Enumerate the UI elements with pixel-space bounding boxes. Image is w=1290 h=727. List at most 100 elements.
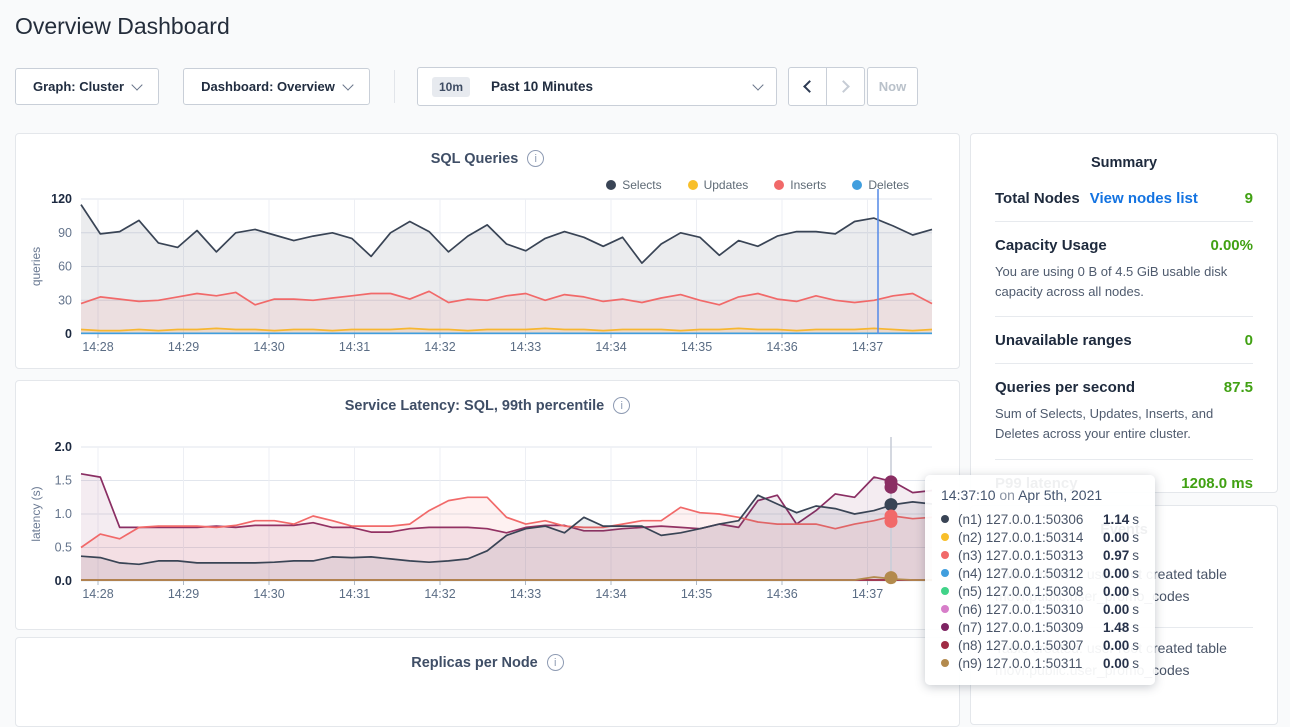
x-tick-label: 14:30 — [253, 587, 284, 601]
graph-dropdown-label: Graph: Cluster — [33, 79, 124, 94]
unavailable-ranges-value: 0 — [1245, 332, 1253, 349]
x-tick-label: 14:37 — [852, 587, 883, 601]
chevron-down-icon — [342, 79, 353, 90]
node-latency-value: 0.00 — [1103, 530, 1129, 545]
page-title: Overview Dashboard — [15, 13, 230, 40]
node-dot-icon — [941, 623, 949, 631]
node-address: (n9) 127.0.0.1:50311 — [958, 656, 1103, 671]
node-dot-icon — [941, 515, 949, 523]
node-address: (n1) 127.0.0.1:50306 — [958, 512, 1103, 527]
capacity-label: Capacity Usage — [995, 237, 1107, 254]
chart-hover-tooltip: 14:37:10 on Apr 5th, 2021 (n1) 127.0.0.1… — [925, 475, 1155, 685]
node-address: (n3) 127.0.0.1:50313 — [958, 548, 1103, 563]
node-latency-value: 0.00 — [1103, 656, 1129, 671]
x-tick-label: 14:35 — [681, 587, 712, 601]
node-latency-unit: s — [1132, 620, 1139, 635]
node-address: (n8) 127.0.0.1:50307 — [958, 638, 1103, 653]
x-tick-label: 14:35 — [681, 340, 712, 354]
x-tick-label: 14:33 — [510, 340, 541, 354]
tooltip-row: (n8) 127.0.0.1:503070.00s — [941, 636, 1139, 654]
tooltip-row: (n9) 127.0.0.1:503110.00s — [941, 654, 1139, 672]
service-latency-card: Service Latency: SQL, 99th percentile i … — [15, 380, 960, 630]
node-latency-unit: s — [1132, 566, 1139, 581]
node-latency-value: 0.97 — [1103, 548, 1129, 563]
chevron-down-icon — [752, 79, 763, 90]
node-address: (n2) 127.0.0.1:50314 — [958, 530, 1103, 545]
tooltip-row: (n1) 127.0.0.1:503061.14s — [941, 510, 1139, 528]
view-nodes-link[interactable]: View nodes list — [1090, 190, 1198, 207]
dashboard-dropdown-label: Dashboard: Overview — [201, 79, 335, 94]
replicas-per-node-card: Replicas per Node i — [15, 637, 960, 727]
x-tick-label: 14:34 — [595, 340, 626, 354]
y-axis-label: latency (s) — [29, 486, 43, 541]
chart-title: Replicas per Node — [411, 655, 538, 671]
time-range-badge: 10m — [432, 77, 470, 97]
time-range-dropdown[interactable]: 10m Past 10 Minutes — [417, 67, 777, 106]
tooltip-row: (n3) 127.0.0.1:503130.97s — [941, 546, 1139, 564]
chevron-right-icon — [837, 80, 850, 93]
qps-value: 87.5 — [1224, 379, 1253, 396]
tooltip-joiner: on — [999, 487, 1015, 503]
tooltip-rows: (n1) 127.0.0.1:503061.14s(n2) 127.0.0.1:… — [941, 510, 1139, 672]
node-address: (n6) 127.0.0.1:50310 — [958, 602, 1103, 617]
tooltip-time: 14:37:10 — [941, 487, 996, 503]
x-tick-label: 14:30 — [253, 340, 284, 354]
node-latency-unit: s — [1132, 638, 1139, 653]
qps-description: Sum of Selects, Updates, Inserts, and De… — [995, 404, 1253, 444]
prev-range-button[interactable] — [789, 68, 826, 105]
sql-queries-card: SQL Queries i SelectsUpdatesInsertsDelet… — [15, 133, 960, 369]
replicas-title-row: Replicas per Node i — [16, 654, 959, 671]
y-tick-label: 0.5 — [55, 541, 72, 555]
tooltip-row: (n4) 127.0.0.1:503120.00s — [941, 564, 1139, 582]
chevron-down-icon — [131, 79, 142, 90]
x-tick-label: 14:37 — [852, 340, 883, 354]
hover-point — [885, 498, 898, 511]
summary-title: Summary — [995, 134, 1253, 175]
time-nav-group — [788, 67, 865, 106]
x-tick-label: 14:31 — [339, 587, 370, 601]
node-latency-unit: s — [1132, 584, 1139, 599]
p99-latency-value: 1208.0 ms — [1181, 475, 1253, 492]
node-dot-icon — [941, 605, 949, 613]
hover-point — [885, 571, 898, 584]
time-range-label: Past 10 Minutes — [491, 79, 593, 94]
y-tick-label: 2.0 — [55, 440, 72, 454]
service-latency-chart[interactable]: 0.00.51.01.52.014:2814:2914:3014:3114:32… — [16, 381, 961, 631]
dashboard-dropdown[interactable]: Dashboard: Overview — [183, 68, 370, 105]
node-latency-value: 0.00 — [1103, 638, 1129, 653]
x-tick-label: 14:32 — [424, 340, 455, 354]
tooltip-row: (n6) 127.0.0.1:503100.00s — [941, 600, 1139, 618]
node-dot-icon — [941, 659, 949, 667]
x-tick-label: 14:29 — [168, 340, 199, 354]
y-tick-label: 1.5 — [55, 474, 72, 488]
y-tick-label: 1.0 — [55, 507, 72, 521]
capacity-description: You are using 0 B of 4.5 GiB usable disk… — [995, 262, 1253, 302]
next-range-button[interactable] — [826, 68, 864, 105]
y-tick-label: 60 — [58, 260, 72, 274]
node-dot-icon — [941, 641, 949, 649]
sql-queries-chart[interactable]: 030609012014:2814:2914:3014:3114:3214:33… — [16, 134, 961, 370]
graph-dropdown[interactable]: Graph: Cluster — [15, 68, 159, 105]
chevron-left-icon — [803, 80, 816, 93]
toolbar-divider — [394, 70, 395, 103]
summary-row-total-nodes: Total Nodes View nodes list 9 — [995, 175, 1253, 221]
node-latency-value: 0.00 — [1103, 584, 1129, 599]
node-latency-unit: s — [1132, 548, 1139, 563]
node-dot-icon — [941, 551, 949, 559]
tooltip-date: Apr 5th, 2021 — [1018, 487, 1102, 503]
x-tick-label: 14:29 — [168, 587, 199, 601]
node-dot-icon — [941, 533, 949, 541]
tooltip-row: (n7) 127.0.0.1:503091.48s — [941, 618, 1139, 636]
info-icon[interactable]: i — [547, 654, 564, 671]
node-dot-icon — [941, 587, 949, 595]
node-latency-unit: s — [1132, 656, 1139, 671]
node-latency-value: 1.14 — [1103, 512, 1129, 527]
x-tick-label: 14:31 — [339, 340, 370, 354]
x-tick-label: 14:32 — [424, 587, 455, 601]
y-tick-label: 120 — [51, 192, 72, 206]
total-nodes-value: 9 — [1245, 190, 1253, 207]
node-address: (n5) 127.0.0.1:50308 — [958, 584, 1103, 599]
tooltip-header: 14:37:10 on Apr 5th, 2021 — [941, 487, 1139, 503]
now-button[interactable]: Now — [867, 67, 918, 106]
node-latency-value: 1.48 — [1103, 620, 1129, 635]
